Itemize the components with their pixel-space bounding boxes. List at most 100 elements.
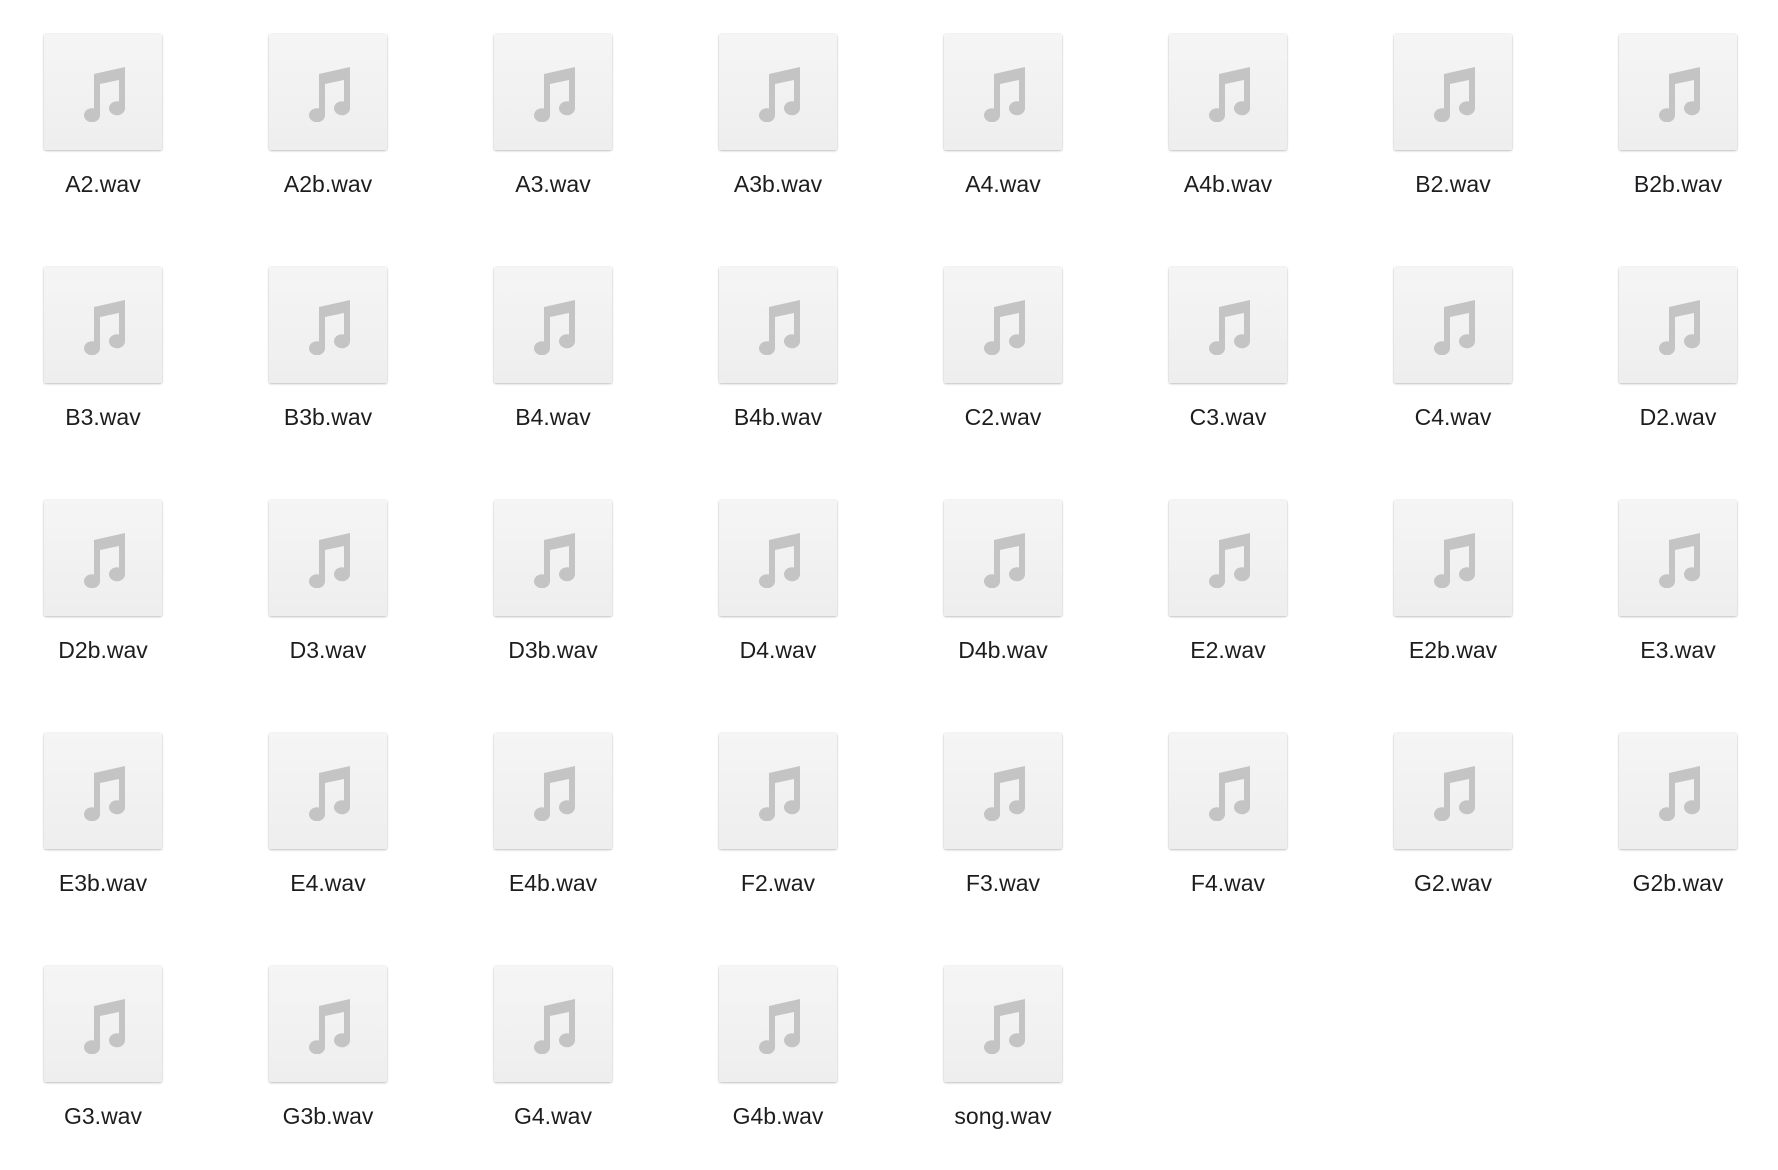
file-item-a4-wav[interactable]: A4.wav (888, 0, 1088, 200)
file-name-label: B2b.wav (1633, 171, 1723, 197)
file-item-b2b-wav[interactable]: B2b.wav (1563, 0, 1763, 200)
music-note-icon (1434, 766, 1476, 821)
audio-file-icon[interactable] (44, 733, 162, 849)
audio-file-icon[interactable] (1169, 733, 1287, 849)
file-name-label: B4.wav (515, 404, 591, 430)
file-name-label: A4.wav (965, 171, 1041, 197)
file-item-g4-wav[interactable]: G4.wav (438, 932, 638, 1132)
file-item-e3b-wav[interactable]: E3b.wav (0, 699, 188, 899)
audio-file-icon[interactable] (44, 500, 162, 616)
music-note-icon (309, 766, 351, 821)
audio-file-icon[interactable] (44, 966, 162, 1082)
audio-file-icon[interactable] (719, 267, 837, 383)
file-item-f2-wav[interactable]: F2.wav (663, 699, 863, 899)
audio-file-icon[interactable] (1169, 34, 1287, 150)
file-item-a2b-wav[interactable]: A2b.wav (213, 0, 413, 200)
file-name-label: G3.wav (64, 1103, 142, 1129)
audio-file-icon[interactable] (269, 500, 387, 616)
audio-file-icon[interactable] (494, 500, 612, 616)
file-name-label: B4b.wav (733, 404, 823, 430)
file-item-d2b-wav[interactable]: D2b.wav (0, 466, 188, 666)
file-item-g2b-wav[interactable]: G2b.wav (1563, 699, 1763, 899)
file-name-label: G4.wav (514, 1103, 592, 1129)
music-note-icon (759, 300, 801, 355)
audio-file-icon[interactable] (719, 733, 837, 849)
file-item-b3b-wav[interactable]: B3b.wav (213, 233, 413, 433)
audio-file-icon[interactable] (1169, 267, 1287, 383)
file-name-label: B2.wav (1415, 171, 1491, 197)
file-item-b4-wav[interactable]: B4.wav (438, 233, 638, 433)
file-name-label: G4b.wav (732, 1103, 824, 1129)
audio-file-icon[interactable] (719, 500, 837, 616)
audio-file-icon[interactable] (1394, 267, 1512, 383)
music-note-icon (1434, 67, 1476, 122)
music-note-icon (309, 300, 351, 355)
audio-file-icon[interactable] (269, 34, 387, 150)
file-item-d4b-wav[interactable]: D4b.wav (888, 466, 1088, 666)
music-note-icon (84, 533, 126, 588)
audio-file-icon[interactable] (1619, 267, 1737, 383)
audio-file-icon[interactable] (269, 733, 387, 849)
file-name-label: F2.wav (740, 870, 816, 896)
music-note-icon (84, 67, 126, 122)
file-name-label: D3b.wav (508, 637, 598, 663)
file-name-label: E2b.wav (1408, 637, 1498, 663)
audio-file-icon[interactable] (494, 267, 612, 383)
music-note-icon (84, 766, 126, 821)
audio-file-icon[interactable] (269, 966, 387, 1082)
audio-file-icon[interactable] (1169, 500, 1287, 616)
file-item-g3b-wav[interactable]: G3b.wav (213, 932, 413, 1132)
audio-file-icon[interactable] (944, 267, 1062, 383)
file-item-e4-wav[interactable]: E4.wav (213, 699, 413, 899)
file-item-a3-wav[interactable]: A3.wav (438, 0, 638, 200)
file-item-e2b-wav[interactable]: E2b.wav (1338, 466, 1538, 666)
file-item-e3-wav[interactable]: E3.wav (1563, 466, 1763, 666)
file-item-a2-wav[interactable]: A2.wav (0, 0, 188, 200)
audio-file-icon[interactable] (1619, 733, 1737, 849)
audio-file-icon[interactable] (44, 34, 162, 150)
audio-file-icon[interactable] (269, 267, 387, 383)
file-item-c2-wav[interactable]: C2.wav (888, 233, 1088, 433)
file-item-a4b-wav[interactable]: A4b.wav (1113, 0, 1313, 200)
audio-file-icon[interactable] (44, 267, 162, 383)
file-item-e4b-wav[interactable]: E4b.wav (438, 699, 638, 899)
music-note-icon (1659, 533, 1701, 588)
file-item-b4b-wav[interactable]: B4b.wav (663, 233, 863, 433)
audio-file-icon[interactable] (944, 500, 1062, 616)
audio-file-icon[interactable] (494, 34, 612, 150)
audio-file-icon[interactable] (1394, 34, 1512, 150)
file-name-label: B3b.wav (283, 404, 373, 430)
file-item-g3-wav[interactable]: G3.wav (0, 932, 188, 1132)
audio-file-icon[interactable] (944, 733, 1062, 849)
audio-file-icon[interactable] (719, 34, 837, 150)
file-item-e2-wav[interactable]: E2.wav (1113, 466, 1313, 666)
file-item-b3-wav[interactable]: B3.wav (0, 233, 188, 433)
file-name-label: G2.wav (1414, 870, 1492, 896)
file-item-g2-wav[interactable]: G2.wav (1338, 699, 1538, 899)
file-item-d4-wav[interactable]: D4.wav (663, 466, 863, 666)
audio-file-icon[interactable] (494, 733, 612, 849)
file-item-f3-wav[interactable]: F3.wav (888, 699, 1088, 899)
file-item-d3-wav[interactable]: D3.wav (213, 466, 413, 666)
file-item-g4b-wav[interactable]: G4b.wav (663, 932, 863, 1132)
audio-file-icon[interactable] (944, 34, 1062, 150)
music-note-icon (759, 533, 801, 588)
file-item-c4-wav[interactable]: C4.wav (1338, 233, 1538, 433)
file-item-song-wav[interactable]: song.wav (888, 932, 1088, 1132)
audio-file-icon[interactable] (494, 966, 612, 1082)
audio-file-icon[interactable] (1394, 733, 1512, 849)
audio-file-icon[interactable] (1619, 500, 1737, 616)
music-note-icon (984, 533, 1026, 588)
audio-file-icon[interactable] (719, 966, 837, 1082)
file-item-c3-wav[interactable]: C3.wav (1113, 233, 1313, 433)
file-name-label: F3.wav (965, 870, 1041, 896)
audio-file-icon[interactable] (1394, 500, 1512, 616)
music-note-icon (984, 999, 1026, 1054)
file-item-b2-wav[interactable]: B2.wav (1338, 0, 1538, 200)
audio-file-icon[interactable] (1619, 34, 1737, 150)
file-item-d3b-wav[interactable]: D3b.wav (438, 466, 638, 666)
file-item-a3b-wav[interactable]: A3b.wav (663, 0, 863, 200)
audio-file-icon[interactable] (944, 966, 1062, 1082)
file-item-d2-wav[interactable]: D2.wav (1563, 233, 1763, 433)
file-item-f4-wav[interactable]: F4.wav (1113, 699, 1313, 899)
